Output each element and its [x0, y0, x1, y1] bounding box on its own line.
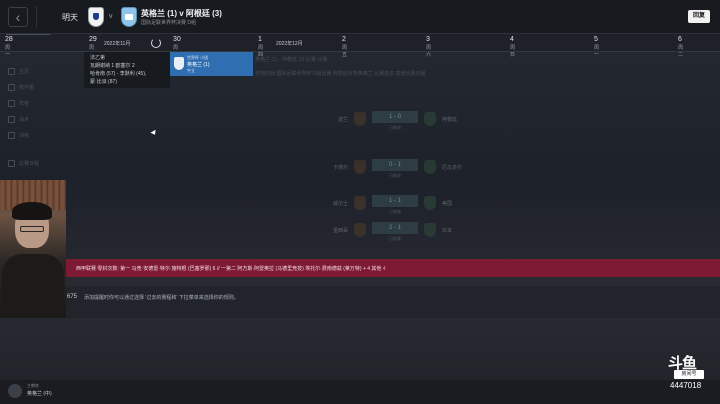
- fixture-away-team: 厄瓜多尔: [442, 165, 463, 171]
- sidebar-item-tactics[interactable]: 战术: [8, 116, 29, 123]
- tomorrow-label: 明天: [62, 13, 78, 22]
- fixture-row[interactable]: 波兰 1 - 0 已结束 阿根廷: [300, 110, 500, 132]
- assistant-tip-panel: [66, 286, 720, 318]
- manager-name: 英格兰 (中): [27, 391, 52, 397]
- home-crest-icon: [354, 112, 366, 126]
- dropdown-scorers: 哈肯南 (57) - 李默利 (45),: [90, 71, 147, 77]
- sidebar-item-inbox[interactable]: 收件箱: [8, 84, 34, 91]
- fixture-status: 已结束: [389, 209, 401, 214]
- month-label-dec: 2022年12月: [276, 41, 303, 47]
- day-weekday: 周五: [342, 45, 348, 58]
- home-crest-icon: [354, 196, 366, 210]
- fixture-home-team: 卡塔尔: [332, 165, 348, 171]
- manager-avatar[interactable]: [8, 384, 22, 398]
- day-weekday: 周日: [510, 45, 516, 58]
- fixture-score: 2 - 1: [372, 222, 418, 234]
- england-crest-icon: [88, 7, 104, 27]
- day-number: 6: [678, 36, 682, 43]
- back-button[interactable]: ‹: [8, 7, 28, 27]
- douyu-watermark: 斗鱼 房间号 4447018: [666, 352, 712, 392]
- day-number: 5: [594, 36, 598, 43]
- day-number: 4: [510, 36, 514, 43]
- webcam-glasses: [20, 226, 44, 232]
- day-weekday: 周一: [594, 45, 600, 58]
- continue-button[interactable]: 回复: [688, 10, 710, 23]
- news-ticker-banner[interactable]: 西甲联赛 零封次数: 第一 马竞·安德雷·特尔·施特根 (巴塞罗那) 6 // …: [66, 259, 720, 277]
- day-weekday: 周二: [678, 45, 684, 58]
- match-header: ‹ 明天 v 英格兰 (1) v 阿根廷 (3) 国际足联世界杯决赛 D组 回复: [0, 0, 720, 34]
- day-number: 2: [342, 36, 346, 43]
- ticker-highlight: 4: [382, 266, 386, 272]
- day-number: 29: [89, 36, 97, 43]
- sidebar-menu: 主页 收件箱 阵容 战术 训练 比赛日程: [0, 52, 66, 182]
- dropdown-result[interactable]: 瓦朗谢纳 1 欧塞尔 2: [90, 62, 164, 70]
- card-team: 英格兰 (1): [187, 62, 210, 68]
- sidebar-item-home[interactable]: 主页: [8, 68, 29, 75]
- fixture-home-team: 墨西哥: [332, 228, 348, 234]
- background-info-line: 英格兰 (1) - 阿根廷 (3) 比赛 比赛: [255, 57, 328, 63]
- fixture-score: 1 - 1: [372, 195, 418, 207]
- fixture-home-team: 波兰: [337, 117, 348, 123]
- current-match-card[interactable]: 世界杯 小组 英格兰 (1) 中立: [170, 52, 253, 76]
- day-weekday: 周六: [426, 45, 432, 58]
- day-number: 28: [5, 36, 13, 43]
- day-number: 3: [426, 36, 430, 43]
- fixture-row[interactable]: 威尔士 1 - 1 已结束 美国: [300, 194, 500, 216]
- away-crest-icon: [424, 196, 436, 210]
- fixture-away-team: 阿根廷: [442, 117, 458, 123]
- fixture-score: 1 - 0: [372, 111, 418, 123]
- month-label-nov: 2022年11月: [104, 41, 131, 47]
- argentina-crest-icon: [121, 7, 137, 27]
- dropdown-scorers: 蒙·比派 (87): [90, 79, 117, 85]
- day-fixtures-dropdown[interactable]: 法乙第 瓦朗谢纳 1 欧塞尔 2 哈肯南 (57) - 李默利 (45), 蒙·…: [84, 52, 170, 88]
- away-crest-icon: [424, 112, 436, 126]
- card-venue: 中立: [187, 68, 195, 73]
- dropdown-competition: 法乙第: [90, 55, 106, 61]
- tip-number: 675: [67, 294, 78, 300]
- room-label: 房间号: [674, 370, 704, 379]
- away-crest-icon: [424, 160, 436, 174]
- home-crest-icon: [354, 223, 366, 237]
- fixture-status: 已结束: [389, 125, 401, 130]
- fixture-away-team: 美国: [442, 201, 453, 207]
- calendar-strip: 28 周一 29 周二 2022年11月 30 周三 1 周四 2022年12月…: [0, 34, 720, 58]
- england-crest-icon: [174, 57, 184, 70]
- header-divider: [36, 6, 37, 28]
- fixture-score: 0 - 1: [372, 159, 418, 171]
- tip-text: 添加提醒时你可以通过选择 '过去的赛程和' 下拉菜单来选择你的规则。: [84, 295, 239, 301]
- streamer-webcam: [0, 180, 66, 318]
- manager-role: 主教练: [27, 383, 39, 388]
- mouse-cursor-icon: [150, 129, 158, 137]
- match-subtitle: 国际足联世界杯决赛 D组: [141, 20, 197, 26]
- vs-label: v: [109, 13, 113, 20]
- sidebar-item-squad[interactable]: 阵容: [8, 100, 29, 107]
- day-number: 30: [173, 36, 181, 43]
- day-number: 1: [258, 36, 262, 43]
- fixture-home-team: 威尔士: [332, 201, 348, 207]
- fixture-status: 已结束: [389, 236, 401, 241]
- loading-spinner-icon: [151, 38, 161, 48]
- room-number: 4447018: [670, 381, 702, 390]
- match-title[interactable]: 英格兰 (1) v 阿根廷 (3): [141, 8, 222, 19]
- home-crest-icon: [354, 160, 366, 174]
- news-ticker-text: 西甲联赛 零封次数: 第一 马竞·安德雷·特尔·施特根 (巴塞罗那) 6 // …: [76, 265, 386, 272]
- fixture-status: 已结束: [389, 173, 401, 178]
- webcam-person-body: [2, 254, 64, 318]
- manager-bar: 主教练 英格兰 (中): [0, 380, 720, 404]
- ticker-main-text: 西甲联赛 零封次数: 第一 马竞·安德雷·特尔·施特根 (巴塞罗那) 6 // …: [76, 266, 382, 272]
- game-screen: ‹ 明天 v 英格兰 (1) v 阿根廷 (3) 国际足联世界杯决赛 D组 回复…: [0, 0, 720, 404]
- calendar-underline: [6, 34, 50, 35]
- background-info-line: 当地时间 国际足联世界杯 D组比赛 阿根廷对阵英格兰 比赛信息 其他比赛日程: [255, 71, 426, 77]
- sidebar-item-schedule[interactable]: 比赛日程: [8, 160, 39, 167]
- away-crest-icon: [424, 223, 436, 237]
- fixture-row[interactable]: 卡塔尔 0 - 1 已结束 厄瓜多尔: [300, 158, 500, 180]
- sidebar-item-training[interactable]: 训练: [8, 132, 29, 139]
- webcam-person-hair: [12, 202, 52, 220]
- fixture-away-team: 日本: [442, 228, 453, 234]
- fixture-row[interactable]: 墨西哥 2 - 1 已结束 日本: [300, 221, 500, 243]
